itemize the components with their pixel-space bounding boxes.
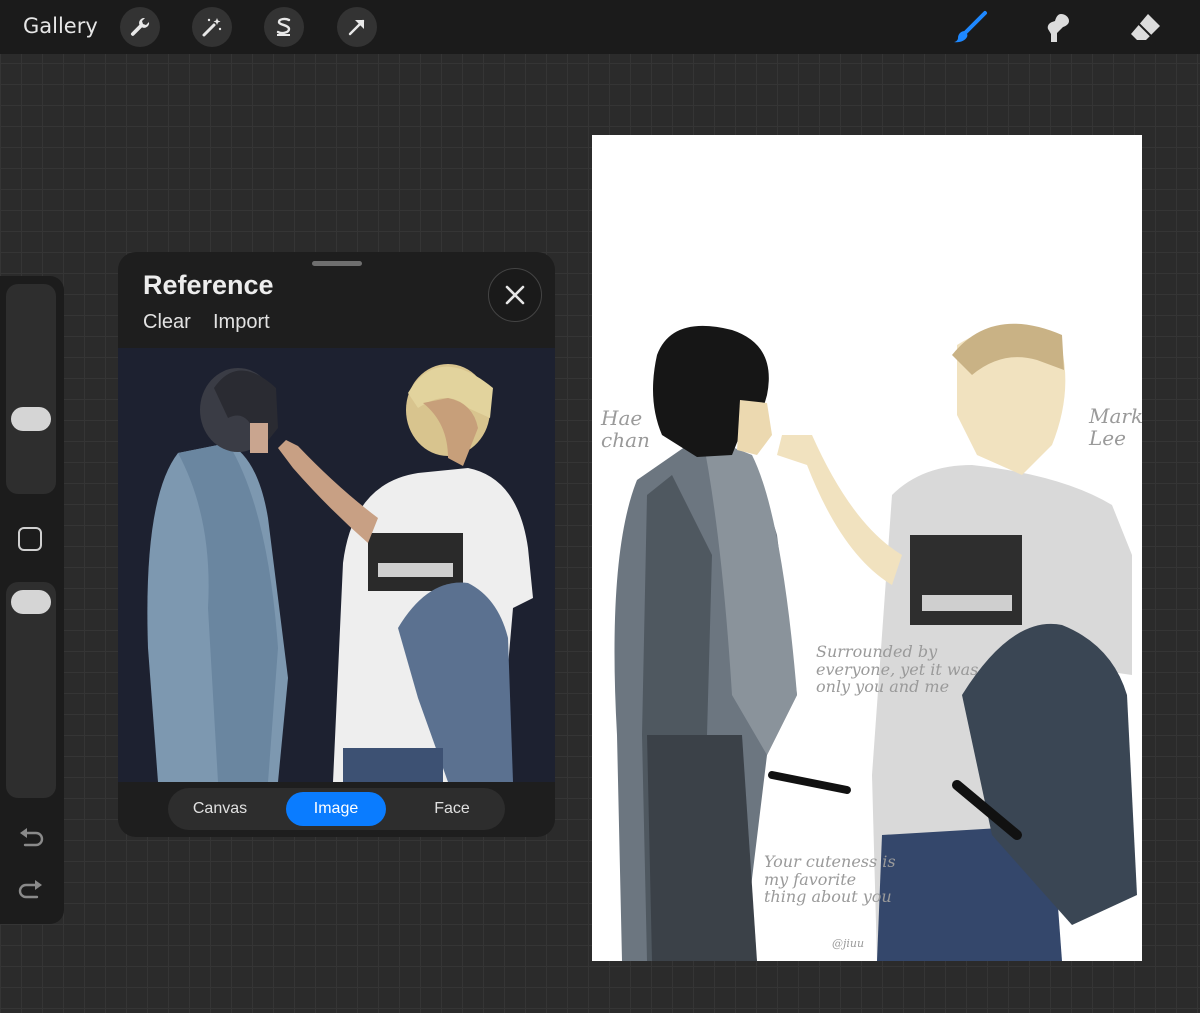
drawing-canvas[interactable]: Hae chan Mark Lee Surrounded by everyone… (592, 135, 1144, 961)
artwork-drawing (614, 323, 1137, 961)
panel-grabber[interactable] (312, 261, 362, 266)
close-icon (505, 285, 525, 305)
wrench-icon[interactable] (120, 7, 160, 47)
caption-bottom-text: Your cuteness is my favorite thing about… (764, 852, 896, 907)
gallery-button[interactable]: Gallery (23, 14, 98, 38)
close-button[interactable] (488, 268, 542, 322)
undo-icon[interactable] (17, 827, 45, 851)
opacity-handle[interactable] (11, 590, 51, 614)
mode-canvas[interactable]: Canvas (176, 792, 264, 826)
clear-button[interactable]: Clear (143, 311, 191, 334)
modify-button[interactable] (18, 527, 42, 551)
side-toolbar (0, 276, 64, 924)
caption-right-name: Mark Lee (1089, 404, 1144, 450)
reference-panel: Reference Clear Import Canvas Image Face (118, 252, 555, 837)
transform-arrow-icon[interactable] (337, 7, 377, 47)
mode-face[interactable]: Face (408, 792, 496, 826)
import-button[interactable]: Import (213, 311, 270, 334)
eraser-icon[interactable] (1126, 8, 1166, 48)
opacity-slider[interactable] (6, 582, 56, 798)
brush-size-handle[interactable] (11, 407, 51, 431)
smudge-icon[interactable] (1037, 8, 1077, 48)
artist-signature: @jiuu (832, 937, 865, 950)
brush-size-slider[interactable] (6, 284, 56, 494)
caption-middle-text: Surrounded by everyone, yet it was only … (816, 642, 979, 697)
top-toolbar: Gallery (0, 0, 1200, 54)
caption-left-name: Hae chan (601, 406, 650, 452)
reference-mode-control: Canvas Image Face (168, 788, 505, 830)
brush-icon[interactable] (950, 8, 990, 48)
panel-title: Reference (143, 270, 274, 300)
redo-icon[interactable] (17, 879, 45, 903)
reference-photo (118, 348, 555, 782)
mode-image[interactable]: Image (286, 792, 386, 826)
magic-wand-icon[interactable] (192, 7, 232, 47)
selection-icon[interactable] (264, 7, 304, 47)
